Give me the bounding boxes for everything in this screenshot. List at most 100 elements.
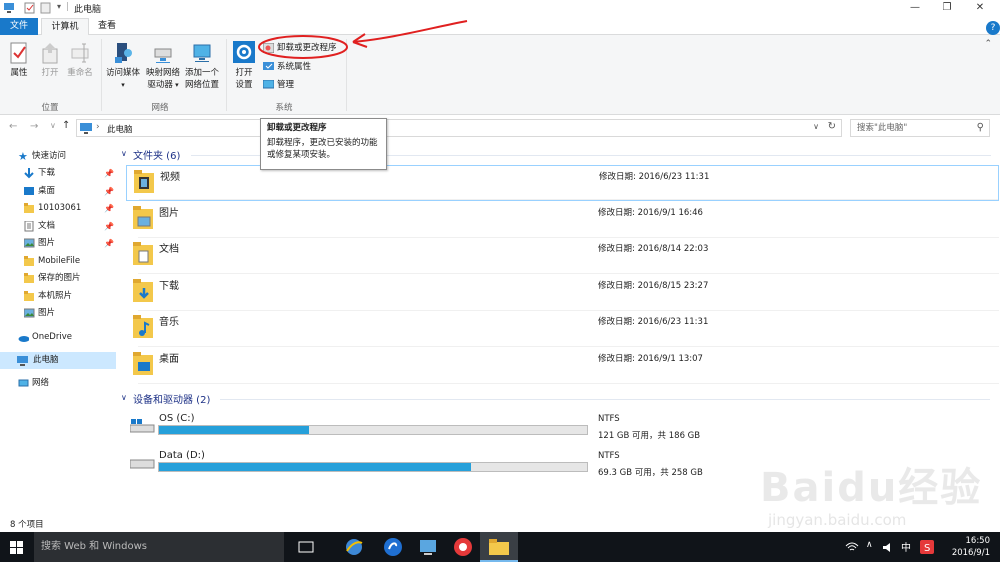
date-label: 修改日期: (598, 317, 635, 328)
system-properties-button[interactable]: 系统属性 (261, 60, 311, 74)
close-button[interactable]: ✕ (965, 0, 995, 17)
folder-name: 图片 (159, 207, 179, 219)
tab-view[interactable]: 查看 (90, 18, 124, 35)
watermark-url: jingyan.baidu.com (768, 511, 907, 529)
nav-item-3[interactable]: 文档 📌 (24, 218, 114, 235)
add-network-location-button[interactable]: 添加一个 网络位置 (182, 41, 222, 91)
nav-item-4[interactable]: 图片 📌 (24, 235, 114, 252)
search-input[interactable]: 搜索"此电脑" ⚲ (850, 119, 990, 137)
qa-dropdown-icon[interactable]: ▾ (57, 2, 61, 14)
explorer-taskbar-button[interactable] (480, 532, 518, 562)
map-drive-button[interactable]: 映射网络 驱动器 ▾ (143, 41, 183, 91)
pin-icon[interactable]: 📌 (104, 165, 114, 182)
folder-item[interactable]: 桌面 修改日期: 2016/9/1 13:07 (126, 348, 999, 384)
folder-name: 视频 (160, 172, 180, 183)
forward-arrow-icon[interactable]: → (30, 121, 38, 132)
tooltip-body: 卸载程序，更改已安装的功能或修复某项安装。 (267, 138, 378, 160)
pin-icon[interactable]: 📌 (104, 200, 114, 217)
manage-label: 管理 (277, 80, 295, 90)
folder-icon (489, 539, 509, 555)
breadcrumb-this-pc[interactable]: 此电脑 (107, 123, 133, 135)
history-dropdown-icon[interactable]: ∨ (50, 121, 56, 130)
folder-icon (24, 203, 34, 213)
folder-item[interactable]: 下载 修改日期: 2016/8/15 23:27 (126, 275, 999, 311)
nav-network[interactable]: 网络 (18, 375, 113, 392)
item-count: 8 个项目 (10, 520, 44, 530)
group-system-label: 系统 (275, 103, 293, 113)
pin-icon[interactable]: 📌 (104, 235, 114, 252)
wifi-icon[interactable] (845, 542, 859, 553)
rename-button[interactable]: 重命名 (64, 41, 96, 79)
star-icon: ★ (18, 150, 28, 163)
folder-item[interactable]: 文档 修改日期: 2016/8/14 22:03 (126, 238, 999, 275)
tab-computer[interactable]: 计算机 (41, 18, 89, 36)
nav-onedrive[interactable]: OneDrive (18, 329, 113, 346)
taskbar-search-input[interactable]: 搜索 Web 和 Windows (34, 532, 284, 562)
folder-item[interactable]: 视频 修改日期: 2016/6/23 11:31 (126, 165, 999, 201)
browser-icon[interactable] (344, 537, 364, 557)
manage-button[interactable]: 管理 (261, 78, 294, 92)
sogou-ime-icon[interactable]: S (920, 540, 934, 554)
nav-item-5[interactable]: MobileFile (24, 253, 114, 270)
nav-item-label: 保存的图片 (38, 273, 81, 283)
nav-item-7[interactable]: 本机照片 (24, 288, 114, 305)
svg-text:S: S (924, 543, 930, 554)
maximize-button[interactable]: ❐ (932, 0, 962, 17)
collapse-devices-icon[interactable]: ∨ (121, 393, 127, 402)
manage-icon (263, 80, 274, 89)
nav-item-8[interactable]: 图片 (24, 305, 114, 322)
new-folder-qa-icon[interactable] (40, 2, 51, 14)
folder-modified: 修改日期: 2016/9/1 13:07 (598, 352, 703, 364)
folder-icon (24, 290, 34, 301)
red-annotation-circle (258, 20, 468, 59)
help-icon[interactable]: ? (986, 21, 1000, 35)
nav-item-1[interactable]: 桌面 📌 (24, 183, 114, 200)
nav-item-6[interactable]: 保存的图片 (24, 270, 114, 287)
access-media-button[interactable]: 访问媒体 ▾ (104, 41, 142, 91)
properties-button[interactable]: 属性 (5, 41, 33, 79)
refresh-icon[interactable]: ↻ (828, 121, 836, 132)
meitu-icon[interactable] (453, 537, 473, 557)
folder-item[interactable]: 图片 修改日期: 2016/9/1 16:46 (126, 202, 999, 238)
open-settings-button[interactable]: 打开 设置 (230, 41, 258, 91)
windows-start-icon[interactable] (10, 541, 23, 554)
collapse-folders-icon[interactable]: ∨ (121, 149, 127, 158)
nav-quick-access[interactable]: ★ 快速访问 (18, 148, 113, 165)
rename-icon (71, 43, 89, 63)
pin-icon[interactable]: 📌 (104, 183, 114, 200)
folder-icon (24, 273, 34, 283)
nav-item-0[interactable]: 下载 📌 (24, 165, 114, 182)
folders-header[interactable]: 文件夹 (6) (133, 147, 180, 162)
nav-item-label: 文档 (38, 220, 56, 231)
breadcrumb-chevron-icon: › (96, 122, 100, 132)
folder-name: 桌面 (159, 354, 179, 365)
address-dropdown-icon[interactable]: ∨ (813, 122, 819, 131)
drive-usage-fill (159, 462, 472, 471)
volume-icon[interactable] (882, 542, 894, 553)
pin-icon[interactable]: 📌 (104, 218, 114, 235)
devices-header[interactable]: 设备和驱动器 (2) (133, 391, 210, 406)
network-location-icon (193, 44, 211, 62)
ime-indicator[interactable]: 中 (901, 539, 911, 554)
properties-qa-icon[interactable] (24, 2, 35, 14)
open-button[interactable]: 打开 (36, 41, 64, 79)
nav-item-label: 图片 (38, 238, 56, 248)
tray-chevron-icon[interactable]: ∧ (866, 540, 873, 550)
task-view-icon[interactable] (296, 537, 316, 557)
nav-onedrive-label: OneDrive (32, 332, 72, 342)
system-clock[interactable]: 16:50 2016/9/1 (952, 535, 990, 559)
nav-this-pc[interactable]: 此电脑 (0, 352, 116, 369)
address-bar[interactable]: › 此电脑 ∨ ↻ (76, 119, 842, 137)
nav-item-2[interactable]: 10103061 📌 (24, 200, 114, 217)
tab-file[interactable]: 文件 (0, 18, 38, 35)
desktop-app-icon[interactable] (418, 537, 438, 557)
drive-item[interactable]: OS (C:) NTFS 121 GB 可用，共 186 GB (126, 412, 999, 448)
drive-name: Data (D:) (159, 449, 205, 461)
back-arrow-icon[interactable]: ← (9, 121, 17, 132)
folder-item[interactable]: 音乐 修改日期: 2016/6/23 11:31 (126, 311, 999, 348)
ribbon-collapse-icon[interactable]: ⌃ (984, 39, 992, 49)
up-arrow-icon[interactable]: ↑ (62, 120, 70, 131)
minimize-button[interactable]: — (900, 0, 930, 17)
sogou-browser-icon[interactable] (383, 537, 403, 557)
date-value: 2016/9/1 13:07 (637, 354, 703, 364)
